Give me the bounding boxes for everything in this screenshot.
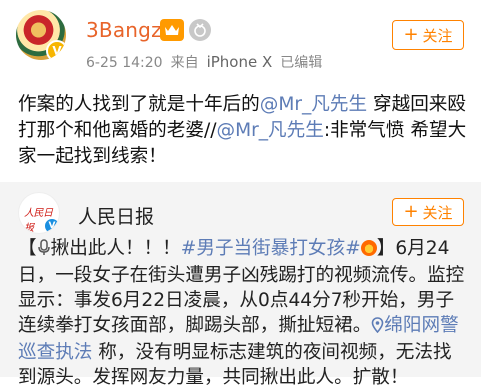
medal-icon — [189, 19, 211, 41]
post-text: 作案的人找到了就是十年后的@Mr_凡先生 穿越回来殴打那个和他离婚的老婆//@M… — [18, 92, 470, 170]
repost-text: 【揪出此人！！！#男子当街暴打女孩# 】6月24日，一段女子在街头遭男子凶残踢打的… — [18, 236, 470, 390]
repost-follow-label: 关注 — [422, 203, 453, 222]
post-meta: 6-25 14:20 来自 iPhone X 已编辑 — [86, 52, 322, 72]
mention-link-2[interactable]: @Mr_凡先生 — [216, 120, 323, 141]
mention-link-1[interactable]: @Mr_凡先生 — [260, 94, 367, 115]
post-username[interactable]: 3Bangz — [86, 18, 162, 42]
post-source-prefix: 来自 — [170, 55, 199, 71]
repost-username[interactable]: 人民日报 — [78, 202, 154, 229]
post-date: 6-25 14:20 — [86, 55, 163, 71]
location-icon — [371, 315, 384, 340]
angry-face-icon — [360, 240, 377, 256]
repost-lead: 揪出此人！！！ — [50, 238, 181, 259]
post-edited: 已编辑 — [280, 55, 323, 71]
bracket-close: 】 — [376, 238, 396, 259]
follow-label: 关注 — [422, 26, 453, 45]
hashtag-link[interactable]: #男子当街暴打女孩# — [181, 238, 361, 259]
follow-button[interactable]: + 关注 — [392, 20, 464, 50]
user-avatar[interactable]: V — [16, 10, 66, 60]
post-text-1: 作案的人找到了就是十年后的 — [18, 94, 260, 115]
verified-icon: V — [44, 218, 59, 233]
microphone-icon — [37, 238, 51, 263]
bracket-open: 【 — [18, 238, 37, 259]
user-badges — [160, 19, 211, 41]
plus-icon: + — [403, 24, 419, 45]
repost-follow-button[interactable]: + 关注 — [392, 198, 464, 226]
crown-icon — [160, 19, 184, 41]
post-device[interactable]: iPhone X — [207, 53, 273, 71]
repost-avatar[interactable]: 人民日报 V — [18, 192, 60, 234]
verified-icon: V — [46, 40, 66, 60]
plus-icon: + — [403, 201, 419, 222]
